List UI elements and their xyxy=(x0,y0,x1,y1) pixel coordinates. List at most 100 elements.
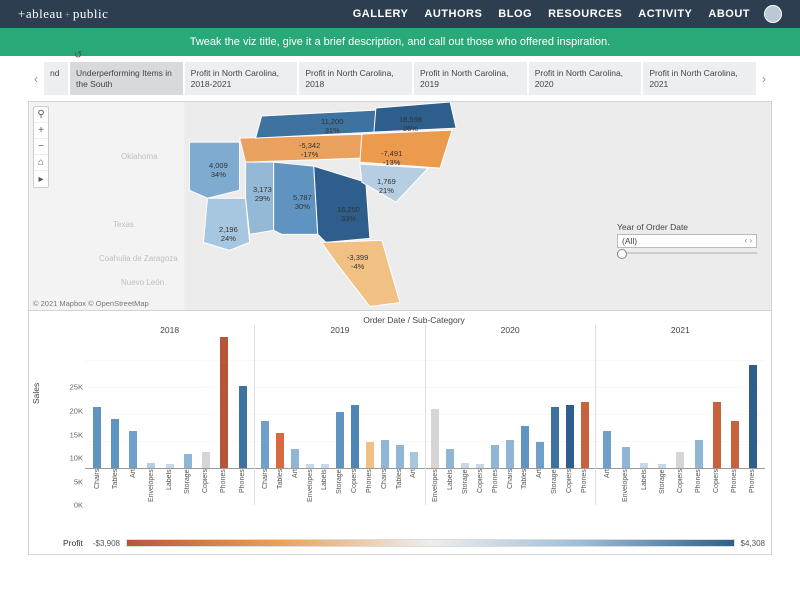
x-categories: ChairsTablesArtEnvelopesLabelsStorageCop… xyxy=(255,469,424,505)
x-category-label: Phones xyxy=(581,469,588,505)
bar[interactable] xyxy=(366,442,374,468)
bar[interactable] xyxy=(476,464,484,468)
bar[interactable] xyxy=(351,405,359,469)
bar[interactable] xyxy=(446,449,454,468)
bar[interactable] xyxy=(396,445,404,469)
bar[interactable] xyxy=(581,402,589,468)
bar[interactable] xyxy=(749,365,757,469)
bar[interactable] xyxy=(184,454,192,468)
state-shape[interactable] xyxy=(360,130,452,168)
state-shape[interactable] xyxy=(189,142,239,198)
x-category-label: Tables xyxy=(277,469,284,505)
logo-sep-icon: + xyxy=(65,10,71,21)
x-category-label: Copiers xyxy=(677,469,684,505)
y-axis: 0K5K10K15K20K25K xyxy=(63,325,85,505)
bar[interactable] xyxy=(461,463,469,469)
tabs-prev-button[interactable]: ‹ xyxy=(28,62,44,95)
x-category-label: Copiers xyxy=(566,469,573,505)
story-tab[interactable]: Profit in North Carolina, 2019 xyxy=(414,62,527,95)
x-category-label: Tables xyxy=(396,469,403,505)
bar[interactable] xyxy=(336,412,344,469)
x-categories: ArtEnvelopesLabelsStorageCopiersPhonesCo… xyxy=(596,469,765,505)
tabs-next-button[interactable]: › xyxy=(756,62,772,95)
bar[interactable] xyxy=(603,431,611,469)
map-zoom-out-button[interactable]: − xyxy=(34,139,48,155)
map-view[interactable]: ⚲ + − ⌂ ▸ OklahomaTexasCoahuila de Zarag… xyxy=(29,102,771,310)
x-category-label: Art xyxy=(130,469,137,505)
bar[interactable] xyxy=(306,464,314,469)
bar[interactable] xyxy=(713,402,721,468)
bar[interactable] xyxy=(261,421,269,468)
user-avatar[interactable] xyxy=(764,5,782,23)
story-tab[interactable]: Underperforming Items in the South↺ xyxy=(70,62,183,95)
filter-slider[interactable] xyxy=(617,252,757,254)
bar[interactable] xyxy=(129,431,137,469)
logo-part-a: +ableau xyxy=(18,6,63,21)
filter-value-box[interactable]: (All) ‹ › xyxy=(617,234,757,248)
bar[interactable] xyxy=(147,463,155,469)
bar[interactable] xyxy=(566,405,574,469)
bar[interactable] xyxy=(551,407,559,468)
x-category-label: Tables xyxy=(521,469,528,505)
nav-activity[interactable]: ACTIVITY xyxy=(638,8,692,20)
y-tick: 0K xyxy=(74,501,83,510)
bar[interactable] xyxy=(536,442,544,468)
state-shape[interactable] xyxy=(274,162,318,234)
map-play-button[interactable]: ▸ xyxy=(34,171,48,187)
nav-about[interactable]: ABOUT xyxy=(708,8,750,20)
bar[interactable] xyxy=(431,409,439,468)
x-category-label: Copiers xyxy=(351,469,358,505)
year-filter[interactable]: Year of Order Date (All) ‹ › xyxy=(617,222,757,254)
bar[interactable] xyxy=(676,452,684,469)
x-category-label: Chairs xyxy=(507,469,514,505)
map-home-button[interactable]: ⌂ xyxy=(34,155,48,171)
bar[interactable] xyxy=(506,440,514,468)
bar[interactable] xyxy=(410,452,418,469)
story-tab[interactable]: Profit in North Carolina, 2020 xyxy=(529,62,642,95)
main-nav: GALLERY AUTHORS BLOG RESOURCES ACTIVITY ABOUT xyxy=(353,8,750,20)
bar[interactable] xyxy=(202,452,210,469)
bar[interactable] xyxy=(491,445,499,469)
bar[interactable] xyxy=(321,464,329,468)
filter-stepper[interactable]: ‹ › xyxy=(744,236,752,246)
bar[interactable] xyxy=(381,440,389,468)
nav-gallery[interactable]: GALLERY xyxy=(353,8,409,20)
map-search-icon[interactable]: ⚲ xyxy=(34,107,48,123)
story-tab[interactable]: Profit in North Carolina, 2018-2021 xyxy=(185,62,298,95)
bar[interactable] xyxy=(291,449,299,468)
x-categories: ChairsTablesArtEnvelopesLabelsStorageCop… xyxy=(85,469,254,505)
bar-chart-title: Order Date / Sub-Category xyxy=(63,315,765,325)
x-category-label: Chairs xyxy=(381,469,388,505)
filter-title: Year of Order Date xyxy=(617,222,757,232)
x-category-label: Phones xyxy=(220,469,227,505)
bar[interactable] xyxy=(640,463,648,469)
bar[interactable] xyxy=(239,386,247,469)
bar[interactable] xyxy=(166,464,174,468)
story-tab[interactable]: Profit in North Carolina, 2021 xyxy=(643,62,756,95)
state-shape[interactable] xyxy=(203,199,249,251)
y-tick: 15K xyxy=(70,430,83,439)
story-tab[interactable]: Profit in North Carolina, 2018 xyxy=(299,62,412,95)
bar[interactable] xyxy=(622,447,630,468)
state-shape[interactable] xyxy=(246,162,274,234)
nav-resources[interactable]: RESOURCES xyxy=(548,8,622,20)
bar[interactable] xyxy=(695,440,703,468)
bar[interactable] xyxy=(220,337,228,469)
bar[interactable] xyxy=(111,419,119,469)
bar[interactable] xyxy=(658,464,666,469)
nav-authors[interactable]: AUTHORS xyxy=(424,8,482,20)
undo-icon[interactable]: ↺ xyxy=(74,50,82,63)
x-category-label: Envelopes xyxy=(432,469,439,505)
story-tab[interactable]: nd xyxy=(44,62,68,95)
bar[interactable] xyxy=(276,433,284,468)
map-zoom-in-button[interactable]: + xyxy=(34,123,48,139)
y-tick: 25K xyxy=(70,383,83,392)
bar[interactable] xyxy=(731,421,739,468)
nav-blog[interactable]: BLOG xyxy=(498,8,532,20)
bar[interactable] xyxy=(521,426,529,468)
bar[interactable] xyxy=(93,407,101,468)
color-legend: Profit -$3,908 $4,308 xyxy=(29,536,771,554)
x-category-label: Art xyxy=(292,469,299,505)
x-category-label: Envelopes xyxy=(307,469,314,505)
logo[interactable]: +ableau+public xyxy=(18,6,108,22)
